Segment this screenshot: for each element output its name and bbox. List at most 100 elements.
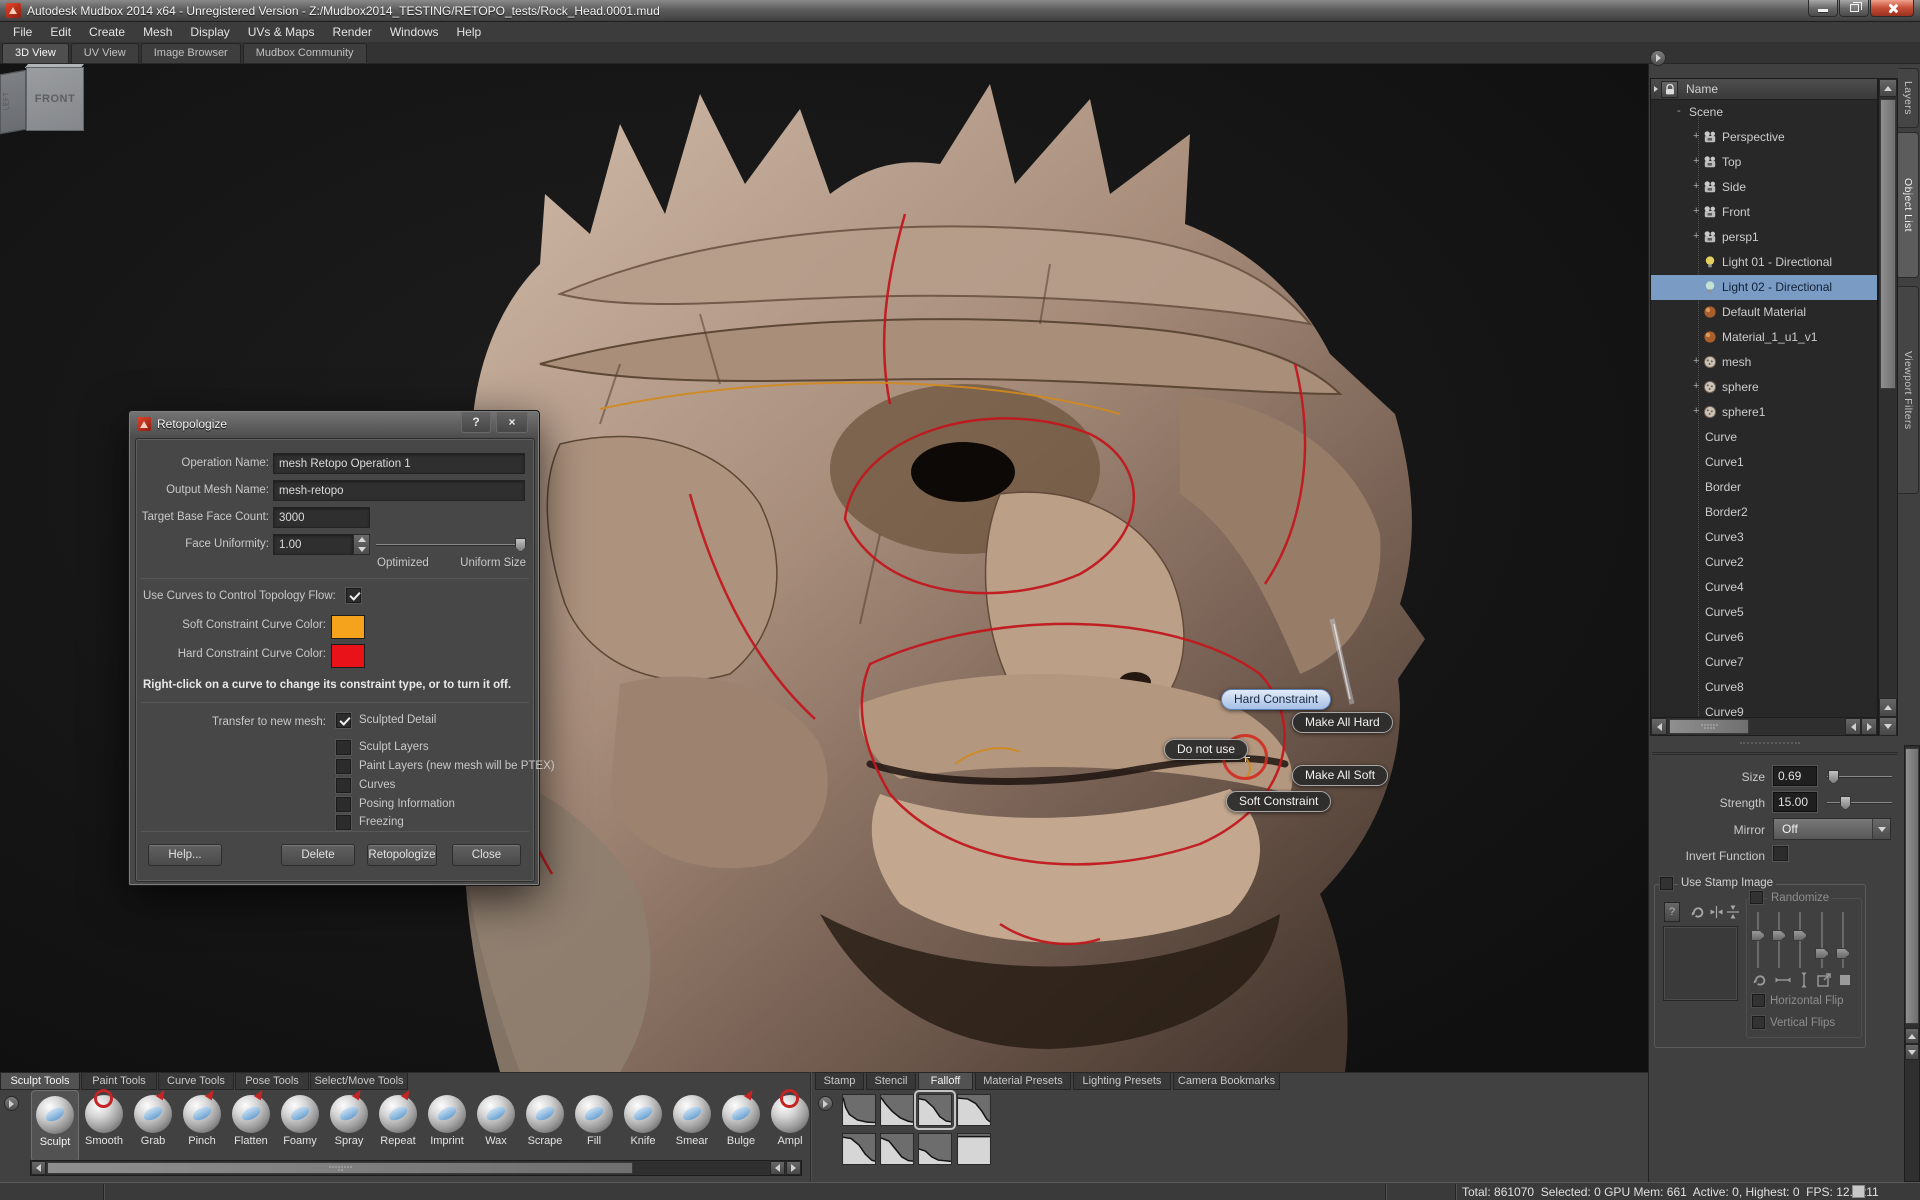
help-button[interactable]: Help... (148, 844, 222, 866)
tree-item-curve7[interactable]: Curve7 (1651, 650, 1877, 675)
menu-render[interactable]: Render (323, 23, 380, 41)
tree-expander-icon[interactable]: + (1693, 155, 1699, 167)
header-collapse-icon[interactable] (1651, 86, 1661, 92)
tool-spray[interactable]: Spray (325, 1090, 373, 1162)
menu-mesh[interactable]: Mesh (134, 23, 181, 41)
face-uniformity-input[interactable] (273, 534, 353, 555)
tree-item-curve1[interactable]: Curve1 (1651, 450, 1877, 475)
props-scroll-down-button[interactable] (1905, 1044, 1919, 1060)
side-tab-layers[interactable]: Layers (1898, 68, 1919, 128)
marking-menu-make-all-hard[interactable]: Make All Hard (1292, 712, 1393, 733)
tree-expander-icon[interactable]: + (1693, 405, 1699, 417)
view-tab-3d-view[interactable]: 3D View (2, 43, 69, 63)
tree-hscroll-left-button[interactable] (1651, 718, 1667, 735)
preset-tab-lighting-presets[interactable]: Lighting Presets (1073, 1072, 1171, 1090)
falloff-preset-2[interactable] (880, 1094, 914, 1126)
random-slider-5[interactable] (1842, 912, 1844, 968)
restore-button[interactable] (1839, 0, 1869, 17)
tool-bulge[interactable]: Bulge (717, 1090, 765, 1162)
operation-name-input[interactable] (273, 453, 525, 474)
marking-menu-hard-constraint[interactable]: Hard Constraint (1221, 689, 1331, 710)
side-tab-viewport-filters[interactable]: Viewport Filters (1898, 286, 1919, 494)
tree-item-light-01-directional[interactable]: Light 01 - Directional (1651, 250, 1877, 275)
tree-scroll-up-button[interactable] (1879, 79, 1897, 97)
delete-button[interactable]: Delete (281, 844, 355, 866)
tree-item-default-material[interactable]: Default Material (1651, 300, 1877, 325)
strength-input[interactable] (1773, 792, 1817, 812)
tool-smear[interactable]: Smear (668, 1090, 716, 1162)
panel-drag-handle[interactable] (1740, 742, 1800, 744)
marking-menu-do-not-use[interactable]: Do not use (1164, 739, 1248, 760)
tree-item-border2[interactable]: Border2 (1651, 500, 1877, 525)
tree-item-scene[interactable]: -Scene (1651, 100, 1877, 125)
minimize-button[interactable] (1808, 0, 1838, 17)
preset-tab-camera-bookmarks[interactable]: Camera Bookmarks (1173, 1072, 1280, 1090)
strength-slider[interactable] (1827, 802, 1892, 804)
tree-vscroll-thumb[interactable] (1880, 99, 1896, 389)
tool-foamy[interactable]: Foamy (276, 1090, 324, 1162)
tree-item-side[interactable]: +Side (1651, 175, 1877, 200)
transfer-checkbox-sculpted-detail[interactable] (336, 713, 351, 728)
horizontal-flip-checkbox[interactable] (1752, 994, 1765, 1007)
tree-item-perspective[interactable]: +Perspective (1651, 125, 1877, 150)
transfer-checkbox-paint-layers-new-mesh-will-be-ptex[interactable] (336, 759, 351, 774)
menu-edit[interactable]: Edit (41, 23, 80, 41)
retopologize-button[interactable]: Retopologize (367, 844, 437, 866)
menu-windows[interactable]: Windows (381, 23, 448, 41)
view-cube-left-face[interactable]: LEFT (0, 70, 26, 135)
falloff-preset-8[interactable] (957, 1133, 991, 1165)
tool-ampl[interactable]: Ampl (766, 1090, 812, 1162)
tree-expander-icon[interactable]: + (1693, 130, 1699, 142)
tools-hscroll-left2-button[interactable] (770, 1161, 785, 1175)
close-button[interactable]: Close (452, 844, 521, 866)
preset-tab-material-presets[interactable]: Material Presets (975, 1072, 1071, 1090)
face-uniformity-spinner[interactable] (353, 534, 370, 555)
props-vscroll-thumb[interactable] (1905, 748, 1919, 1024)
view-tab-uv-view[interactable]: UV View (71, 43, 139, 63)
tree-expander-icon[interactable]: + (1693, 380, 1699, 392)
random-vrange-icon[interactable] (1799, 972, 1809, 988)
tree-hscroll-left2-button[interactable] (1845, 718, 1861, 735)
randomize-checkbox[interactable] (1750, 891, 1763, 904)
size-input[interactable] (1773, 766, 1817, 786)
side-tab-object-list[interactable]: Object List (1898, 132, 1919, 278)
hard-constraint-color-swatch[interactable] (331, 644, 365, 668)
tree-item-curve5[interactable]: Curve5 (1651, 600, 1877, 625)
tool-smooth[interactable]: Smooth (80, 1090, 128, 1162)
transfer-checkbox-posing-information[interactable] (336, 797, 351, 812)
spinner-up-icon[interactable] (354, 535, 369, 545)
output-mesh-name-input[interactable] (273, 480, 525, 501)
tool-sculpt[interactable]: Sculpt (31, 1090, 79, 1162)
stamp-hflip-icon[interactable] (1710, 906, 1724, 918)
tool-imprint[interactable]: Imprint (423, 1090, 471, 1162)
tree-hscroll-right-button[interactable] (1861, 718, 1877, 735)
preset-tab-falloff[interactable]: Falloff (918, 1072, 973, 1090)
tool-fill[interactable]: Fill (570, 1090, 618, 1162)
view-cube-front-face[interactable]: FRONT (26, 67, 84, 131)
menu-help[interactable]: Help (448, 23, 491, 41)
marking-menu-make-all-soft[interactable]: Make All Soft (1292, 765, 1388, 786)
stamp-preview-box[interactable] (1663, 926, 1738, 1001)
transfer-checkbox-freezing[interactable] (336, 815, 351, 830)
close-button[interactable] (1870, 0, 1914, 17)
tree-item-curve[interactable]: Curve (1651, 425, 1877, 450)
vertical-flip-checkbox[interactable] (1752, 1016, 1765, 1029)
falloff-preset-3[interactable] (918, 1094, 952, 1126)
menu-file[interactable]: File (4, 23, 41, 41)
tree-scroll-down-button[interactable] (1879, 717, 1897, 736)
tool-pinch[interactable]: Pinch (178, 1090, 226, 1162)
presets-expand-chevron[interactable] (818, 1096, 833, 1111)
stamp-vflip-icon[interactable] (1727, 905, 1739, 919)
random-slider-4[interactable] (1821, 912, 1823, 968)
tree-expander-icon[interactable]: + (1693, 180, 1699, 192)
target-face-count-input[interactable] (273, 507, 370, 528)
transfer-checkbox-curves[interactable] (336, 778, 351, 793)
view-tab-image-browser[interactable]: Image Browser (141, 43, 241, 63)
tree-item-curve9[interactable]: Curve9 (1651, 700, 1877, 716)
falloff-preset-5[interactable] (842, 1133, 876, 1165)
props-scroll-up-button[interactable] (1905, 1028, 1919, 1044)
tree-item-light-02-directional[interactable]: Light 02 - Directional (1651, 275, 1877, 300)
marking-menu-soft-constraint[interactable]: Soft Constraint (1226, 791, 1331, 812)
tree-item-curve4[interactable]: Curve4 (1651, 575, 1877, 600)
tree-item-persp1[interactable]: +persp1 (1651, 225, 1877, 250)
